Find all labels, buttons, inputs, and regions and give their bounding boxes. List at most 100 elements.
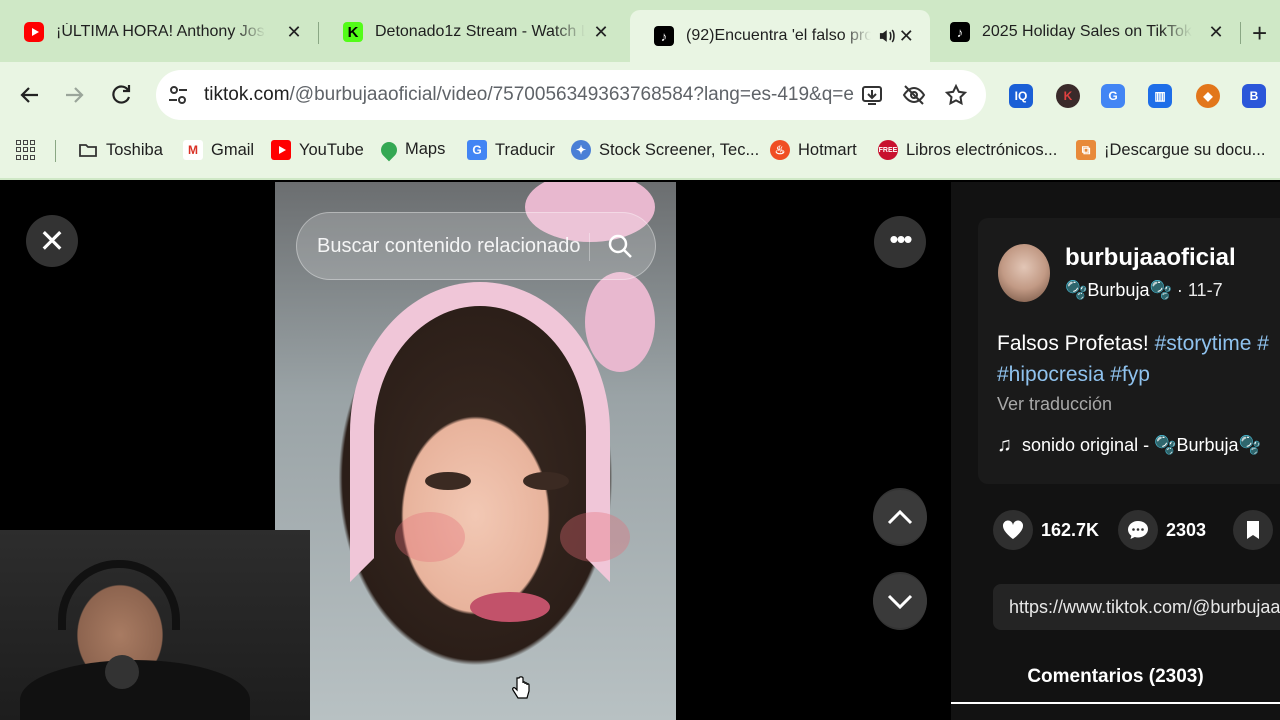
tab-tiktok-active[interactable]: ♪ (92)Encuentra 'el falso profeta' ✕ [630,10,930,62]
url-path: /@burbujaaoficial/video/7570056349363768… [289,84,854,105]
speaker-icon[interactable] [877,26,896,46]
eye-off-icon[interactable] [902,83,926,107]
search-divider [589,233,590,261]
url-text[interactable]: tiktok.com/@burbujaaoficial/video/757005… [204,84,854,106]
site-settings-icon[interactable] [168,83,188,107]
bookmark-youtube[interactable]: YouTube [271,140,364,160]
bookmark-star-icon[interactable] [944,83,968,107]
tiktok-viewer: ✕ Buscar contenido relacionado ••• burbu… [0,182,1280,720]
bookmark-gmail[interactable]: M Gmail [183,140,254,160]
extension-translate-icon[interactable]: G [1101,84,1125,108]
avatar[interactable] [998,244,1050,302]
hashtag-link[interactable]: #fyp [1110,363,1150,386]
bookmark-label: ¡Descargue su docu... [1104,140,1266,159]
screener-icon: ✦ [571,140,591,160]
comments-tab-label: Comentarios (2303) [1027,666,1204,687]
tab-close-icon[interactable]: ✕ [897,26,916,47]
nickname: 🫧Burbuja🫧 [1065,280,1172,300]
tab-comments[interactable]: Comentarios (2303) [951,652,1280,704]
translate-icon: G [467,140,487,160]
bookmark-label: Toshiba [106,140,163,159]
apps-grid-icon[interactable] [16,140,36,160]
folder-icon [79,144,97,157]
video-lips [470,592,550,622]
comment-icon [1118,510,1158,550]
gmail-icon: M [183,140,203,160]
extension-k-icon[interactable]: K [1056,84,1080,108]
search-placeholder: Buscar contenido relacionado [317,235,581,257]
tiktok-icon: ♪ [950,22,970,42]
bookmark-document[interactable]: ⧉ ¡Descargue su docu... [1076,140,1265,160]
browser-toolbar: tiktok.com/@burbujaaoficial/video/757005… [0,62,1280,128]
tab-title: 2025 Holiday Sales on TikTok Shop [982,23,1192,40]
bookmarks-divider [55,140,56,162]
hashtag-link[interactable]: # [1257,332,1269,355]
kick-icon: K [343,22,363,42]
comment-button[interactable]: 2303 [1118,510,1206,550]
save-button[interactable] [1233,510,1280,550]
tab-kick[interactable]: K Detonado1z Stream - Watch Live ✕ [319,10,625,54]
bookmark-icon [1233,510,1273,550]
search-icon[interactable] [607,233,633,259]
tab-divider [1240,22,1241,44]
bookmark-hotmart[interactable]: ♨ Hotmart [770,140,857,160]
see-translation-link[interactable]: Ver traducción [997,394,1112,415]
back-icon[interactable] [14,80,44,110]
like-button[interactable]: 162.7K [993,510,1099,550]
address-bar[interactable]: tiktok.com/@burbujaaoficial/video/757005… [156,70,986,120]
previous-video-button[interactable] [873,488,927,546]
tab-close-icon[interactable]: ✕ [591,22,611,43]
tab-close-icon[interactable]: ✕ [1206,22,1226,43]
post-date: · 11-7 [1176,280,1223,300]
bookmark-stock-screener[interactable]: ✦ Stock Screener, Tec... [571,140,759,160]
sound-link[interactable]: ♫ sonido original - 🫧Burbuja🫧 [997,434,1261,457]
youtube-icon [24,22,44,42]
document-icon: ⧉ [1076,140,1096,160]
related-search-input[interactable]: Buscar contenido relacionado [296,212,656,280]
youtube-icon [271,140,291,160]
hashtag-link[interactable]: #storytime [1155,332,1252,355]
hashtag-link[interactable]: #hipocresia [997,363,1104,386]
bookmark-ebooks[interactable]: FREE Libros electrónicos... [878,140,1057,160]
video-eye [523,472,569,490]
tab-title: Detonado1z Stream - Watch Live [375,23,585,40]
post-info-card: burbujaaoficial 🫧Burbuja🫧 · 11-7 Falsos … [978,218,1280,484]
tiktok-icon: ♪ [654,26,674,46]
username[interactable]: burbujaaoficial [1065,244,1236,272]
close-video-button[interactable]: ✕ [26,215,78,267]
bookmark-label: Hotmart [798,140,857,159]
extension-metamask-icon[interactable]: ◆ [1196,84,1220,108]
tab-title: (92)Encuentra 'el falso profeta' [686,27,872,44]
next-video-button[interactable] [873,572,927,630]
headphones-graphic [58,560,180,630]
more-options-button[interactable]: ••• [874,216,926,268]
bookmark-label: Maps [405,140,446,158]
new-tab-button[interactable]: + [1252,18,1267,49]
like-count: 162.7K [1041,519,1100,540]
extension-tradingview-icon[interactable]: ▥ [1148,84,1172,108]
tab-strip: ¡ÚLTIMA HORA! Anthony Joshua ✕ K Detonad… [0,0,1280,62]
bookmark-translate[interactable]: G Traducir [467,140,555,160]
music-note-icon: ♫ [997,434,1012,456]
tab-tiktok-shop[interactable]: ♪ 2025 Holiday Sales on TikTok Shop ✕ [926,10,1240,54]
post-caption: Falsos Profetas! #storytime # #hipocresia… [997,328,1280,390]
tab-close-icon[interactable]: ✕ [284,22,304,43]
extension-shield-icon[interactable]: B [1242,84,1266,108]
forward-icon[interactable] [60,80,90,110]
video-details-panel: burbujaaoficial 🫧Burbuja🫧 · 11-7 Falsos … [951,182,1280,720]
maps-icon [377,138,401,161]
hand-cursor-icon [512,676,530,699]
video-link-text: https://www.tiktok.com/@burbujaaoficial [1009,597,1280,617]
video-eye [425,472,471,490]
install-app-icon[interactable] [860,83,884,107]
video-blush [560,512,630,562]
copy-link-box[interactable]: https://www.tiktok.com/@burbujaaoficial [993,584,1280,630]
bookmark-maps[interactable]: Maps [377,138,446,161]
tab-youtube[interactable]: ¡ÚLTIMA HORA! Anthony Joshua ✕ [0,10,318,54]
bookmark-toshiba[interactable]: Toshiba [78,140,163,160]
extension-iq-icon[interactable]: IQ [1009,84,1033,108]
reload-icon[interactable] [106,80,136,110]
caption-text: Falsos Profetas! [997,332,1155,355]
url-host: tiktok.com [204,84,290,105]
heart-icon [993,510,1033,550]
